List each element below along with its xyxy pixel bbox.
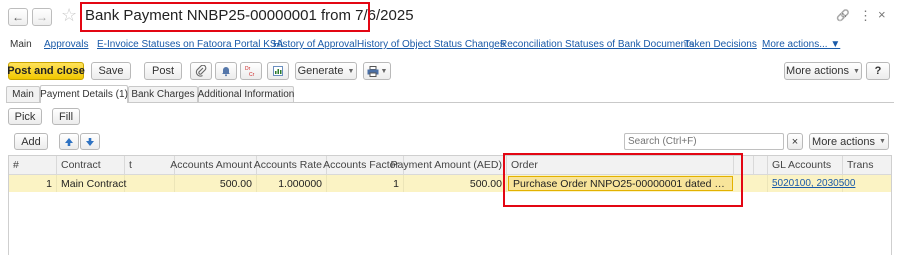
nav-more-actions[interactable]: More actions... ▼ [762, 39, 840, 50]
chevron-down-icon: ▼ [380, 67, 388, 75]
header-accounts-rate[interactable]: Accounts Rate [254, 156, 327, 174]
bell-icon [222, 67, 230, 77]
title-highlight-box [80, 2, 370, 32]
row-accounts-rate[interactable]: 1.000000 [257, 175, 327, 192]
forward-arrow-icon: → [36, 10, 48, 24]
nav-reconciliation[interactable]: Reconciliation Statuses of Bank Document… [500, 39, 694, 50]
row-t[interactable] [125, 175, 175, 192]
nav-approvals[interactable]: Approvals [44, 39, 88, 50]
more-actions-dropdown[interactable]: More actions ▼ [784, 62, 862, 80]
help-button[interactable]: ? [866, 62, 890, 80]
post-button[interactable]: Post [144, 62, 182, 80]
back-arrow-icon: ← [12, 10, 24, 24]
chevron-down-icon: ▼ [853, 67, 860, 75]
arrow-down-icon [86, 137, 94, 146]
header-trans[interactable]: Trans [843, 156, 891, 174]
svg-text:Cr: Cr [249, 72, 255, 77]
more-icon[interactable]: ⋮ [859, 8, 872, 24]
more-actions-label: More actions [786, 65, 850, 77]
link-icon[interactable]: 🔗 [836, 9, 850, 22]
tab-main[interactable]: Main [6, 86, 40, 102]
attach-file-button[interactable] [190, 62, 212, 80]
row-payment-amount[interactable]: 500.00 [404, 175, 507, 192]
printer-icon [367, 65, 379, 77]
chevron-down-icon: ▼ [879, 138, 886, 145]
table-more-actions-dropdown[interactable]: More actions ▼ [809, 133, 889, 150]
tabs-baseline [6, 102, 894, 103]
nav-history-status[interactable]: History of Object Status Changes [357, 39, 505, 50]
header-num[interactable]: # [9, 156, 57, 174]
report-icon [273, 66, 283, 76]
generate-dropdown[interactable]: Generate ▼ [295, 62, 357, 80]
header-accounts-amount[interactable]: Accounts Amount [170, 156, 257, 174]
search-input[interactable] [624, 133, 784, 150]
header-gl-accounts[interactable]: GL Accounts [768, 156, 843, 174]
tab-additional-information[interactable]: Additional Information [198, 86, 294, 102]
search-clear-button[interactable]: × [787, 133, 803, 150]
row-gl-accounts[interactable]: 5020100, 2030500 [768, 175, 855, 192]
nav-einvoice-statuses[interactable]: E-Invoice Statuses on Fatoora Portal KSA [97, 39, 283, 50]
report-button[interactable] [267, 62, 289, 80]
nav-main[interactable]: Main [10, 39, 32, 50]
table-more-actions-label: More actions [812, 135, 876, 148]
chevron-down-icon: ▼ [347, 67, 355, 75]
header-contract[interactable]: Contract [57, 156, 125, 174]
notify-button[interactable] [215, 62, 237, 80]
save-button[interactable]: Save [91, 62, 131, 80]
close-icon[interactable]: × [878, 7, 886, 22]
fill-button[interactable]: Fill [52, 108, 80, 125]
row-accounts-factor[interactable]: 1 [327, 175, 404, 192]
debit-credit-icon: DrCr [245, 66, 255, 77]
tab-bank-charges[interactable]: Bank Charges [128, 86, 198, 102]
row-trans[interactable] [843, 175, 891, 192]
favorite-star-icon[interactable]: ☆ [61, 5, 77, 26]
dr-cr-button[interactable]: Dr Cr [240, 62, 262, 80]
order-highlight-box [503, 153, 743, 207]
move-up-button[interactable] [59, 133, 79, 150]
row-num: 1 [9, 175, 57, 192]
print-dropdown[interactable]: ▼ [363, 62, 391, 80]
header-spacer-b [754, 156, 768, 174]
row-contract[interactable]: Main Contract [57, 175, 126, 192]
add-button[interactable]: Add [14, 133, 48, 150]
back-button[interactable]: ← [8, 8, 28, 26]
nav-history-approval[interactable]: History of Approval [273, 39, 357, 50]
paperclip-icon [195, 65, 207, 77]
post-and-close-button[interactable]: Post and close [7, 62, 85, 80]
pick-button[interactable]: Pick [8, 108, 42, 125]
arrow-up-icon [65, 137, 73, 146]
move-down-button[interactable] [80, 133, 100, 150]
tab-payment-details[interactable]: Payment Details (1) [40, 85, 128, 103]
nav-taken-decisions[interactable]: Taken Decisions [684, 39, 757, 50]
header-payment-amount[interactable]: Payment Amount (AED) [391, 156, 507, 174]
header-t[interactable]: t [125, 156, 175, 174]
generate-label: Generate [297, 65, 344, 77]
forward-button[interactable]: → [32, 8, 52, 26]
row-accounts-amount[interactable]: 500.00 [175, 175, 257, 192]
